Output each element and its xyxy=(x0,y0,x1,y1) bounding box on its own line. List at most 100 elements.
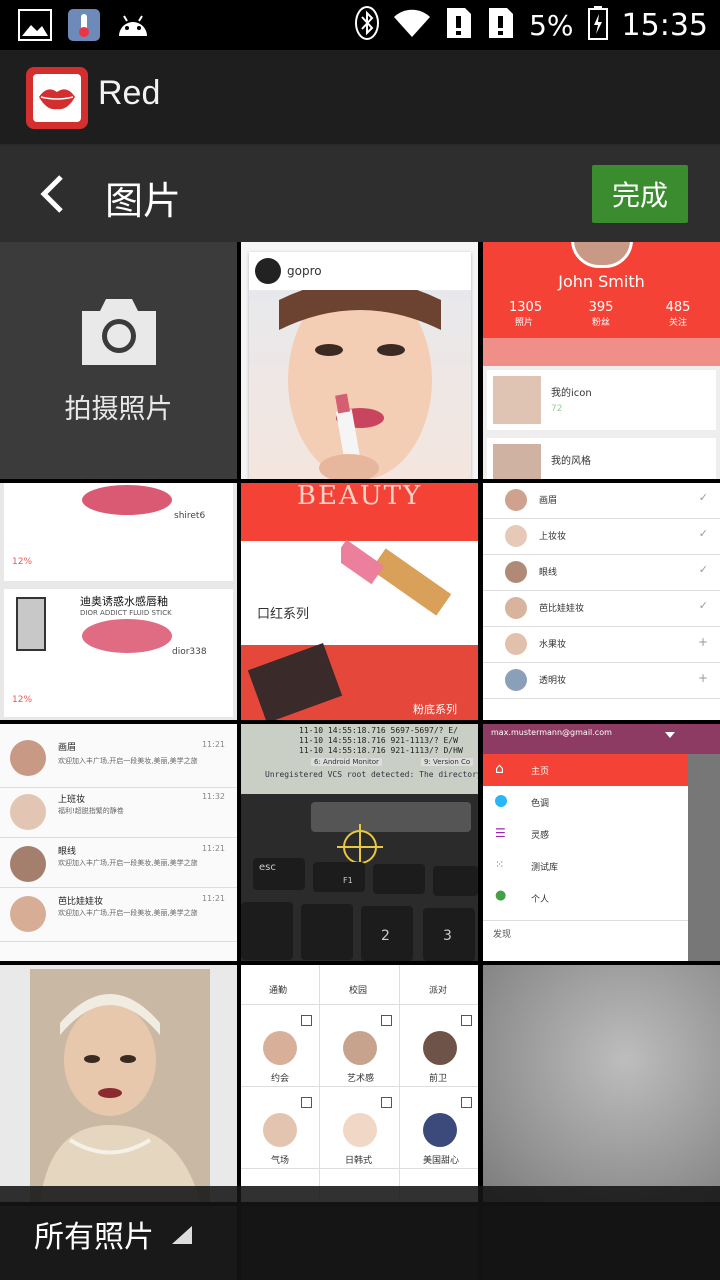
message-preview: 欢迎加入丰广场,开启一段美妆,美丽,美学之旅 xyxy=(58,859,198,867)
photo-thumbnail[interactable]: 画眉 11:21 欢迎加入丰广场,开启一段美妆,美丽,美学之旅 上班妆 11:3… xyxy=(0,724,237,961)
key-label: F1 xyxy=(343,876,353,885)
style-item-label: 眼线 xyxy=(539,568,558,578)
like-percent: 12% xyxy=(12,557,33,567)
photo-thumbnail[interactable] xyxy=(483,965,720,1202)
style-label: 通勤 xyxy=(269,986,288,996)
banner-title: BEAUTY xyxy=(296,483,423,511)
avatar xyxy=(505,561,527,583)
message-title: 眼线 xyxy=(58,847,77,857)
photo-thumbnail[interactable]: John Smith 1305 照片 395 粉丝 485 关注 我的icon … xyxy=(483,242,720,479)
category-label: 口红系列 xyxy=(257,607,310,622)
style-item-label: 上妆妆 xyxy=(539,532,567,542)
photo-thumbnail[interactable]: 11-10 14:55:18.716 5697-5697/? E/ 11-10 … xyxy=(241,724,478,961)
key-label: 2 xyxy=(381,928,390,944)
palette-icon xyxy=(495,795,507,807)
profile-name: John Smith xyxy=(558,272,645,291)
avatar xyxy=(343,1031,377,1065)
dropdown-triangle-icon xyxy=(172,1226,192,1244)
avatar xyxy=(505,525,527,547)
album-selector-bar[interactable]: 所有照片 xyxy=(0,1186,720,1280)
plus-icon: + xyxy=(697,635,708,649)
brand-label: gopro xyxy=(287,264,322,278)
drawer-item-label: 主页 xyxy=(531,767,550,777)
battery-percent: 5% xyxy=(529,8,574,42)
checkbox[interactable] xyxy=(461,1097,472,1108)
page-title: 图片 xyxy=(105,179,182,223)
take-photo-tile[interactable]: 拍摄照片 xyxy=(0,242,237,479)
photo-thumbnail[interactable]: gopro xyxy=(241,242,478,479)
photo-thumbnail[interactable]: 通勤 校园 派对 约会 艺术感 前卫 气场 日韩式 美国甜心 xyxy=(241,965,478,1202)
ide-tab: 9: Version Co xyxy=(421,758,474,766)
drawer-email: max.mustermann@gmail.com xyxy=(491,728,612,737)
brush-image xyxy=(247,643,343,720)
console-line: 11-10 14:55:18.716 921-1113/? E/W xyxy=(299,736,458,745)
avatar xyxy=(493,376,541,424)
photo-thumbnail[interactable]: shiret6 12% 迪奥诱惑水感唇釉 DIOR ADDICT FLUID S… xyxy=(0,483,237,720)
lips-image xyxy=(82,619,172,653)
done-button[interactable]: 完成 xyxy=(592,165,688,223)
message-time: 11:21 xyxy=(201,740,225,749)
checkbox[interactable] xyxy=(381,1097,392,1108)
avatar xyxy=(255,258,281,284)
app-logo xyxy=(26,67,88,129)
checkbox[interactable] xyxy=(301,1015,312,1026)
avatar xyxy=(10,794,46,830)
wifi-icon xyxy=(393,8,431,42)
clock: 15:35 xyxy=(621,7,708,43)
title-bar: 图片 完成 xyxy=(0,146,720,242)
message-time: 11:21 xyxy=(201,844,225,853)
lipstick-image xyxy=(341,539,452,616)
style-label: 艺术感 xyxy=(347,1074,375,1084)
post-subtitle: DIOR ADDICT FLUID STICK xyxy=(80,609,172,617)
message-time: 11:21 xyxy=(201,894,225,903)
message-preview: 欢迎加入丰广场,开启一段美妆,美丽,美学之旅 xyxy=(58,757,198,765)
style-label: 美国甜心 xyxy=(423,1156,460,1166)
android-debug-icon xyxy=(116,10,150,44)
author-name: dior338 xyxy=(172,647,207,657)
category-label: 粉底系列 xyxy=(413,703,457,716)
checkbox[interactable] xyxy=(301,1097,312,1108)
list-item-title: 我的风格 xyxy=(551,456,591,467)
photo-thumbnail[interactable] xyxy=(0,965,237,1202)
avatar xyxy=(10,896,46,932)
grid-dots-icon: ⁙ xyxy=(495,858,505,871)
checkbox[interactable] xyxy=(381,1015,392,1026)
album-selector-label[interactable]: 所有照片 xyxy=(34,1212,154,1256)
style-label: 前卫 xyxy=(429,1074,448,1084)
checkbox[interactable] xyxy=(461,1015,472,1026)
drawer-section-label: 发现 xyxy=(493,930,512,940)
lips-image xyxy=(82,485,172,515)
photo-thumbnail[interactable]: BEAUTY 口红系列 粉底系列 xyxy=(241,483,478,720)
photo-thumbnail[interactable]: 画眉 ✓ 上妆妆 ✓ 眼线 ✓ 芭比娃娃妆 ✓ 水果妆 + 透明妆 + xyxy=(483,483,720,720)
check-icon: ✓ xyxy=(698,563,708,576)
drawer-item-label: 个人 xyxy=(531,895,550,905)
avatar xyxy=(571,242,633,268)
drawer-item-label: 灵感 xyxy=(531,831,550,841)
message-preview: 欢迎加入丰广场,开启一段美妆,美丽,美学之旅 xyxy=(58,909,198,917)
message-title: 上班妆 xyxy=(58,795,86,805)
style-item-label: 芭比娃娃妆 xyxy=(539,604,585,614)
avatar xyxy=(423,1113,457,1147)
style-item-label: 画眉 xyxy=(539,496,558,506)
stat-value: 485 xyxy=(665,300,691,315)
console-line: Unregistered VCS root detected: The dire… xyxy=(265,770,478,779)
app-bar: Red xyxy=(0,50,720,146)
thermometer-app-icon xyxy=(68,9,100,45)
avatar xyxy=(505,633,527,655)
check-icon: ✓ xyxy=(698,491,708,504)
photo-thumbnail[interactable]: max.mustermann@gmail.com ⌂ 主页 色调 ☰ 灵感 ⁙ … xyxy=(483,724,720,961)
portrait-photo xyxy=(0,965,237,1202)
product-image xyxy=(16,597,46,651)
console-line: 11-10 14:55:18.716 921-1113/? D/HW xyxy=(299,746,463,755)
status-bar: 5% 15:35 xyxy=(0,0,720,50)
stat-label: 粉丝 xyxy=(591,318,610,328)
back-button[interactable] xyxy=(26,168,78,220)
take-photo-label: 拍摄照片 xyxy=(64,394,173,425)
avatar xyxy=(505,669,527,691)
sim1-signal-icon xyxy=(445,6,473,44)
drawer-item-label: 测试库 xyxy=(531,863,559,873)
message-time: 11:32 xyxy=(201,792,225,801)
console-line: 11-10 14:55:18.716 5697-5697/? E/ xyxy=(299,726,458,735)
plus-icon: + xyxy=(697,671,708,685)
caret-down-icon xyxy=(665,732,675,738)
